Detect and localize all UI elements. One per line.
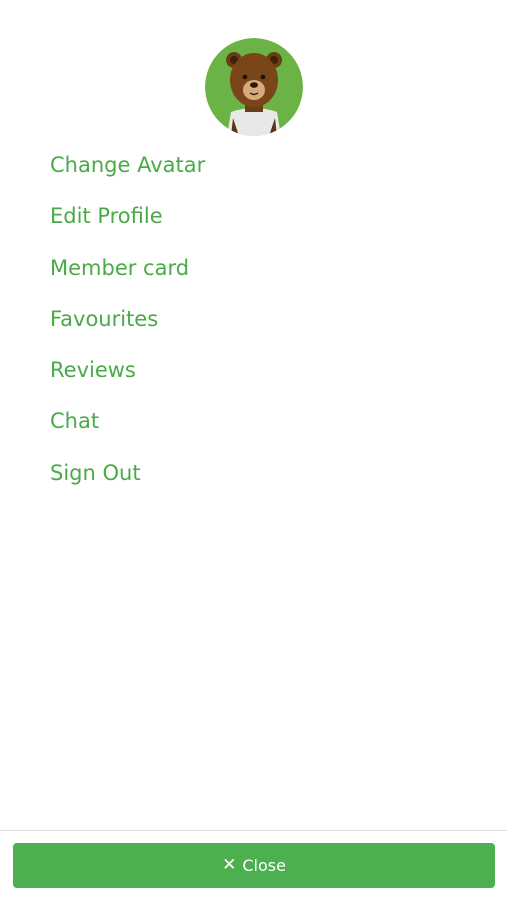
profile-menu: Change Avatar Edit Profile Member card F…: [50, 148, 205, 507]
close-icon: ✕: [222, 855, 237, 875]
menu-item-change-avatar[interactable]: Change Avatar: [50, 148, 205, 199]
menu-item-favourites[interactable]: Favourites: [50, 302, 205, 353]
close-button[interactable]: ✕ Close: [13, 843, 495, 888]
menu-item-member-card[interactable]: Member card: [50, 251, 205, 302]
bear-avatar-icon: [205, 38, 303, 136]
menu-item-reviews[interactable]: Reviews: [50, 353, 205, 404]
menu-item-sign-out[interactable]: Sign Out: [50, 456, 205, 507]
footer-divider: [0, 830, 507, 831]
menu-item-chat[interactable]: Chat: [50, 404, 205, 455]
avatar[interactable]: [205, 38, 303, 136]
close-button-label: Close: [242, 856, 286, 875]
side-menu-screen: Change Avatar Edit Profile Member card F…: [0, 0, 507, 900]
menu-item-edit-profile[interactable]: Edit Profile: [50, 199, 205, 250]
